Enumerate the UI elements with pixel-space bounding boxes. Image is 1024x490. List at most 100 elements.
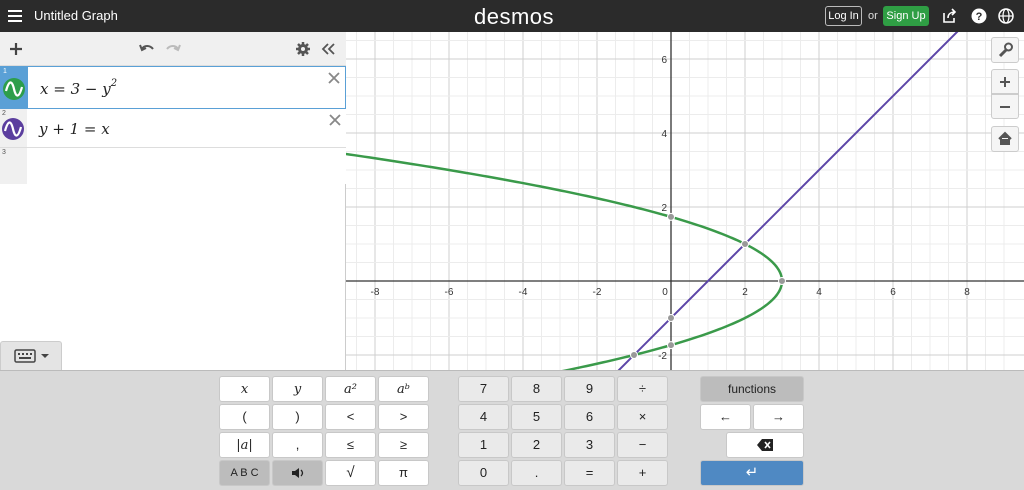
x-tick-label: 0 xyxy=(662,287,668,298)
key-divide[interactable]: ÷ xyxy=(617,376,668,402)
key-squared[interactable]: a² xyxy=(325,376,376,402)
math-keypad: x y a² aᵇ 7 8 9 ÷ functions ( ) < > 4 5 … xyxy=(0,370,1024,490)
help-icon[interactable]: ? xyxy=(971,8,987,24)
add-expression-icon[interactable] xyxy=(7,40,25,58)
key-minus[interactable]: − xyxy=(617,432,668,458)
share-icon[interactable] xyxy=(942,8,958,24)
undo-icon[interactable] xyxy=(138,40,156,58)
point-of-interest xyxy=(667,341,675,350)
key-5[interactable]: 5 xyxy=(511,404,562,430)
parabola-curve xyxy=(346,152,784,370)
point-of-interest xyxy=(667,314,675,322)
expression-number: 2 xyxy=(2,110,6,117)
settings-gear-icon[interactable] xyxy=(294,40,312,58)
key-2[interactable]: 2 xyxy=(511,432,562,458)
point-of-interest xyxy=(741,240,749,248)
expression-row-3[interactable]: 3 xyxy=(0,148,346,184)
key-x[interactable]: x xyxy=(219,376,270,402)
key-close-paren[interactable]: ) xyxy=(272,404,323,430)
key-y[interactable]: y xyxy=(272,376,323,402)
redo-icon[interactable] xyxy=(164,40,182,58)
collapse-panel-icon[interactable] xyxy=(319,40,337,58)
key-6[interactable]: 6 xyxy=(564,404,615,430)
key-plus[interactable]: + xyxy=(617,460,668,486)
point-of-interest xyxy=(667,212,675,221)
expression-row-2[interactable]: 2 y + 1 = x xyxy=(0,109,346,148)
graph-paper[interactable]: -8 -6 -4 -2 0 2 4 6 8 6 4 2 -2 xyxy=(346,32,1024,370)
key-sqrt[interactable]: √ xyxy=(325,460,376,486)
expression-gutter: 2 xyxy=(0,109,27,147)
key-decimal[interactable]: . xyxy=(511,460,562,486)
globe-icon[interactable] xyxy=(998,8,1014,24)
expression-row-1[interactable]: 1 x = 3 − y2 xyxy=(0,66,346,109)
keyboard-icon xyxy=(14,349,49,363)
enter-button[interactable]: ↵ xyxy=(700,460,804,486)
graph-canvas[interactable]: -8 -6 -4 -2 0 2 4 6 8 6 4 2 -2 xyxy=(346,32,1024,370)
graph-settings-wrench-icon[interactable] xyxy=(991,37,1019,63)
key-less-than[interactable]: < xyxy=(325,404,376,430)
expression-gutter: 1 xyxy=(1,67,28,108)
y-tick-label: -2 xyxy=(658,351,667,362)
menu-icon[interactable] xyxy=(8,8,24,24)
expression-input-2[interactable]: y + 1 = x xyxy=(39,120,110,138)
expression-toolbar xyxy=(0,32,346,66)
x-tick-label: -4 xyxy=(519,287,528,298)
x-tick-label: -8 xyxy=(371,287,380,298)
y-tick-label: 6 xyxy=(661,55,667,66)
y-tick-label: 2 xyxy=(661,203,667,214)
key-4[interactable]: 4 xyxy=(458,404,509,430)
or-text: or xyxy=(868,10,878,22)
graph-style-icon[interactable] xyxy=(3,78,25,100)
key-open-paren[interactable]: ( xyxy=(219,404,270,430)
x-tick-label: -6 xyxy=(445,287,454,298)
key-3[interactable]: 3 xyxy=(564,432,615,458)
graph-title[interactable]: Untitled Graph xyxy=(34,8,118,23)
key-less-equal[interactable]: ≤ xyxy=(325,432,376,458)
delete-expression-icon[interactable] xyxy=(328,71,340,84)
expression-number: 3 xyxy=(2,149,6,156)
key-left-arrow[interactable]: ← xyxy=(700,404,751,430)
svg-text:?: ? xyxy=(976,11,983,23)
expression-input-1[interactable]: x = 3 − y2 xyxy=(40,78,117,98)
key-abc[interactable]: A B C xyxy=(219,460,270,486)
signup-button[interactable]: Sign Up xyxy=(883,6,929,26)
zoom-out-icon[interactable] xyxy=(991,94,1019,119)
key-7[interactable]: 7 xyxy=(458,376,509,402)
key-9[interactable]: 9 xyxy=(564,376,615,402)
zoom-in-icon[interactable] xyxy=(991,69,1019,94)
keyboard-toggle-button[interactable] xyxy=(0,341,62,370)
key-equals[interactable]: = xyxy=(564,460,615,486)
point-of-interest xyxy=(778,277,786,285)
x-tick-label: 8 xyxy=(964,287,970,298)
desmos-logo: desmos xyxy=(474,4,555,29)
key-8[interactable]: 8 xyxy=(511,376,562,402)
key-greater-equal[interactable]: ≥ xyxy=(378,432,429,458)
key-comma[interactable]: , xyxy=(272,432,323,458)
graph-style-icon[interactable] xyxy=(2,118,24,140)
functions-button[interactable]: functions xyxy=(700,376,804,402)
expression-list: 1 x = 3 − y2 2 y + 1 = x 3 xyxy=(0,32,346,370)
key-multiply[interactable]: × xyxy=(617,404,668,430)
expression-gutter: 3 xyxy=(0,148,27,184)
key-power[interactable]: aᵇ xyxy=(378,376,429,402)
login-button[interactable]: Log In xyxy=(825,6,862,26)
point-of-interest xyxy=(630,351,638,359)
key-right-arrow[interactable]: → xyxy=(753,404,804,430)
desmos-app: Untitled Graph desmos Log In or Sign Up … xyxy=(0,0,1024,490)
audio-speaker-icon[interactable]: 🔊 xyxy=(272,460,323,486)
top-bar: Untitled Graph desmos Log In or Sign Up … xyxy=(0,0,1024,32)
expression-number: 1 xyxy=(3,68,7,75)
home-icon[interactable] xyxy=(991,126,1019,152)
key-1[interactable]: 1 xyxy=(458,432,509,458)
key-greater-than[interactable]: > xyxy=(378,404,429,430)
key-abs[interactable]: |a| xyxy=(219,432,270,458)
delete-expression-icon[interactable] xyxy=(329,113,341,126)
key-pi[interactable]: π xyxy=(378,460,429,486)
x-tick-label: 6 xyxy=(890,287,896,298)
backspace-icon[interactable]: ⌫ xyxy=(726,432,804,458)
x-tick-label: 2 xyxy=(742,287,748,298)
x-tick-label: -2 xyxy=(593,287,602,298)
key-0[interactable]: 0 xyxy=(458,460,509,486)
y-tick-label: 4 xyxy=(661,129,667,140)
x-tick-label: 4 xyxy=(816,287,822,298)
